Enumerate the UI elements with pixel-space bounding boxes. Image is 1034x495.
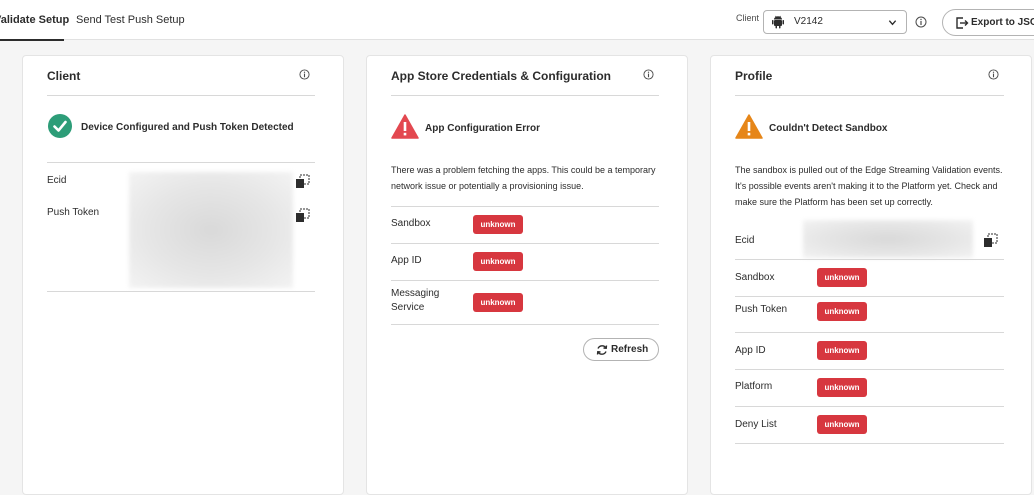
client-card: Client Device Configured and Push Token … (22, 55, 344, 495)
divider (47, 95, 315, 96)
info-icon[interactable] (915, 16, 927, 28)
description: There was a problem fetching the apps. T… (391, 165, 656, 191)
redacted-value (803, 220, 973, 258)
export-icon (956, 17, 969, 29)
divider (391, 95, 659, 96)
info-icon[interactable] (643, 69, 654, 80)
row-label-messaging-service: Messaging Service (391, 288, 440, 313)
row-label-sandbox: Sandbox (735, 272, 775, 283)
divider (391, 280, 659, 281)
row-label-ecid: Ecid (47, 175, 67, 186)
description: The sandbox is pulled out of the Edge St… (735, 165, 1003, 207)
divider (47, 162, 315, 163)
refresh-icon (596, 345, 608, 355)
status-badge: unknown (473, 215, 523, 234)
row-label-push-token: Push Token (735, 304, 788, 315)
card-title: Profile (735, 69, 773, 83)
client-label: Client (736, 13, 760, 23)
chevron-down-icon (888, 20, 897, 26)
copy-icon[interactable] (983, 233, 998, 248)
tab-validate-setup[interactable]: Validate Setup (0, 0, 69, 41)
card-title: App Store Credentials & Configuration (391, 69, 612, 83)
export-label: Export to JSON (971, 17, 1034, 28)
alert-triangle-icon (735, 114, 763, 139)
divider (391, 206, 659, 207)
status-badge: unknown (817, 378, 867, 397)
client-select-value: V2142 (794, 16, 823, 27)
row-label-app-id: App ID (391, 255, 422, 266)
info-icon[interactable] (299, 69, 310, 80)
status-badge: unknown (817, 268, 867, 287)
divider (735, 332, 1004, 333)
info-icon[interactable] (988, 69, 999, 80)
row-label-sandbox: Sandbox (391, 218, 431, 229)
profile-card: Profile Couldn't Detect Sandbox The sand… (710, 55, 1032, 495)
divider (735, 369, 1004, 370)
divider (735, 95, 1004, 96)
export-to-json-button[interactable]: Export to JSON (942, 9, 1034, 36)
copy-icon[interactable] (295, 174, 310, 189)
redacted-value (129, 172, 293, 288)
card-title: Client (47, 69, 81, 83)
status-badge: unknown (473, 252, 523, 271)
row-label-platform: Platform (735, 381, 773, 392)
divider (735, 296, 1004, 297)
row-label-ecid: Ecid (735, 235, 755, 246)
copy-icon[interactable] (295, 208, 310, 223)
top-bar: Validate Setup Send Test Push Setup Clie… (0, 0, 1034, 41)
divider (735, 443, 1004, 444)
row-label-app-id: App ID (735, 345, 766, 356)
alert-triangle-icon (391, 114, 419, 139)
row-label-deny-list: Deny List (735, 419, 777, 430)
status-badge: unknown (817, 415, 867, 434)
status-badge: unknown (473, 293, 523, 312)
divider (391, 324, 659, 325)
refresh-button[interactable]: Refresh (583, 338, 659, 361)
status-badge: unknown (817, 341, 867, 360)
divider (47, 291, 315, 292)
status-text: Device Configured and Push Token Detecte… (81, 122, 294, 133)
app-store-card: App Store Credentials & Configuration Ap… (366, 55, 688, 495)
divider (391, 243, 659, 244)
status-text: Couldn't Detect Sandbox (769, 123, 888, 134)
client-select[interactable]: V2142 (763, 10, 907, 34)
status-text: App Configuration Error (425, 123, 540, 134)
row-label-push-token: Push Token (47, 207, 100, 218)
refresh-label: Refresh (611, 344, 649, 355)
tab-send-test-push-setup[interactable]: Send Test Push Setup (76, 0, 185, 40)
divider (735, 406, 1004, 407)
divider (735, 259, 1004, 260)
android-icon (772, 15, 784, 29)
status-badge: unknown (817, 302, 867, 321)
check-circle-icon (48, 114, 72, 138)
